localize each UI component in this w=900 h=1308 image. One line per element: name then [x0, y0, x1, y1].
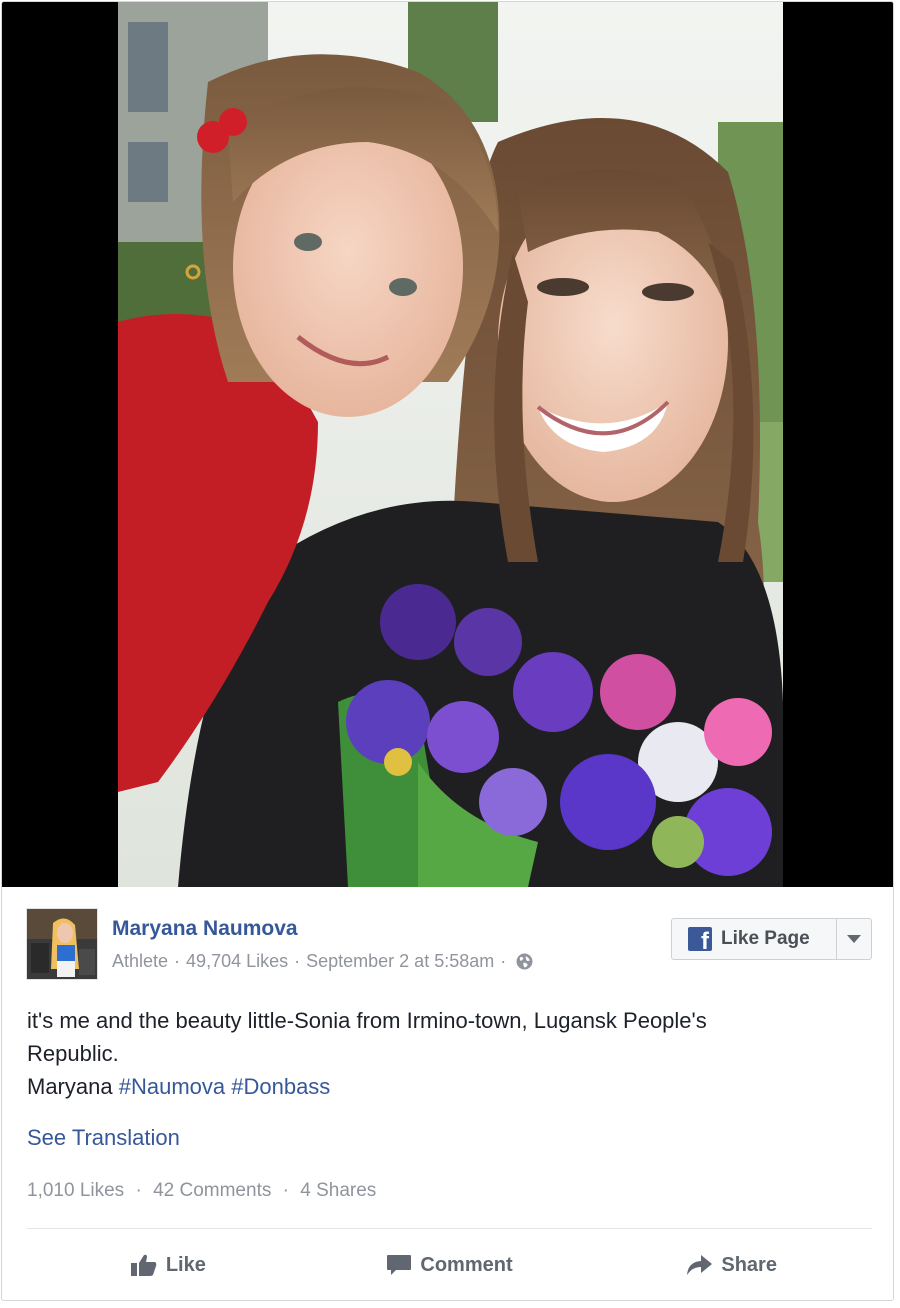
- hashtag-link[interactable]: #Naumova: [119, 1074, 225, 1099]
- chevron-down-icon: [847, 935, 861, 943]
- share-arrow-icon: [687, 1255, 713, 1275]
- facebook-post-card: Maryana Naumova Athlete · 49,704 Likes ·…: [1, 1, 894, 1301]
- stats-separator: ·: [282, 1180, 289, 1201]
- likes-count-link[interactable]: 1,010 Likes: [27, 1180, 124, 1201]
- post-stats: 1,010 Likes · 42 Comments · 4 Shares: [27, 1180, 376, 1202]
- like-button[interactable]: Like: [27, 1240, 309, 1290]
- shares-count-link[interactable]: 4 Shares: [300, 1180, 376, 1201]
- page-category: Athlete: [112, 951, 169, 971]
- avatar-image: [27, 909, 97, 979]
- post-text-line: Republic.: [27, 1041, 119, 1066]
- meta-separator: ·: [294, 951, 301, 971]
- facebook-logo-icon: f: [688, 927, 712, 954]
- share-button[interactable]: Share: [590, 1240, 872, 1290]
- post-text-name: Maryana: [27, 1074, 113, 1099]
- post-timestamp-link[interactable]: September 2 at 5:58am: [306, 951, 494, 972]
- stats-separator: ·: [135, 1180, 142, 1201]
- comments-count-link[interactable]: 42 Comments: [153, 1180, 271, 1201]
- globe-icon[interactable]: [516, 953, 533, 970]
- post-text-line-hashtags: Maryana #Naumova #Donbass: [27, 1070, 847, 1103]
- action-bar: Like Comment Share: [27, 1240, 872, 1290]
- comment-label: Comment: [420, 1253, 513, 1276]
- photo-frame: [2, 2, 893, 887]
- page-name-link[interactable]: Maryana Naumova: [112, 917, 298, 941]
- like-page-label: Like Page: [721, 928, 810, 949]
- page-avatar[interactable]: [26, 908, 98, 980]
- post-message: it's me and the beauty little-Sonia from…: [27, 1004, 847, 1103]
- meta-separator: ·: [174, 951, 181, 971]
- thumbs-up-icon: [130, 1254, 157, 1276]
- like-page-button[interactable]: f Like Page: [672, 919, 837, 959]
- hashtag-link[interactable]: #Donbass: [231, 1074, 330, 1099]
- page-likes-count: 49,704 Likes: [186, 951, 289, 971]
- actions-divider: [27, 1228, 872, 1229]
- like-page-button-group: f Like Page: [671, 918, 872, 960]
- comment-icon: [387, 1255, 412, 1275]
- see-translation-link[interactable]: See Translation: [27, 1125, 180, 1151]
- post-text-line: it's me and the beauty little-Sonia from…: [27, 1008, 707, 1033]
- comment-button[interactable]: Comment: [309, 1240, 591, 1290]
- like-label: Like: [165, 1253, 206, 1276]
- meta-separator: ·: [500, 951, 507, 971]
- like-page-dropdown-button[interactable]: [837, 919, 871, 959]
- selfie-image: [118, 2, 783, 887]
- share-label: Share: [721, 1253, 777, 1276]
- post-meta: Athlete · 49,704 Likes · September 2 at …: [112, 951, 533, 972]
- post-photo[interactable]: [118, 2, 783, 887]
